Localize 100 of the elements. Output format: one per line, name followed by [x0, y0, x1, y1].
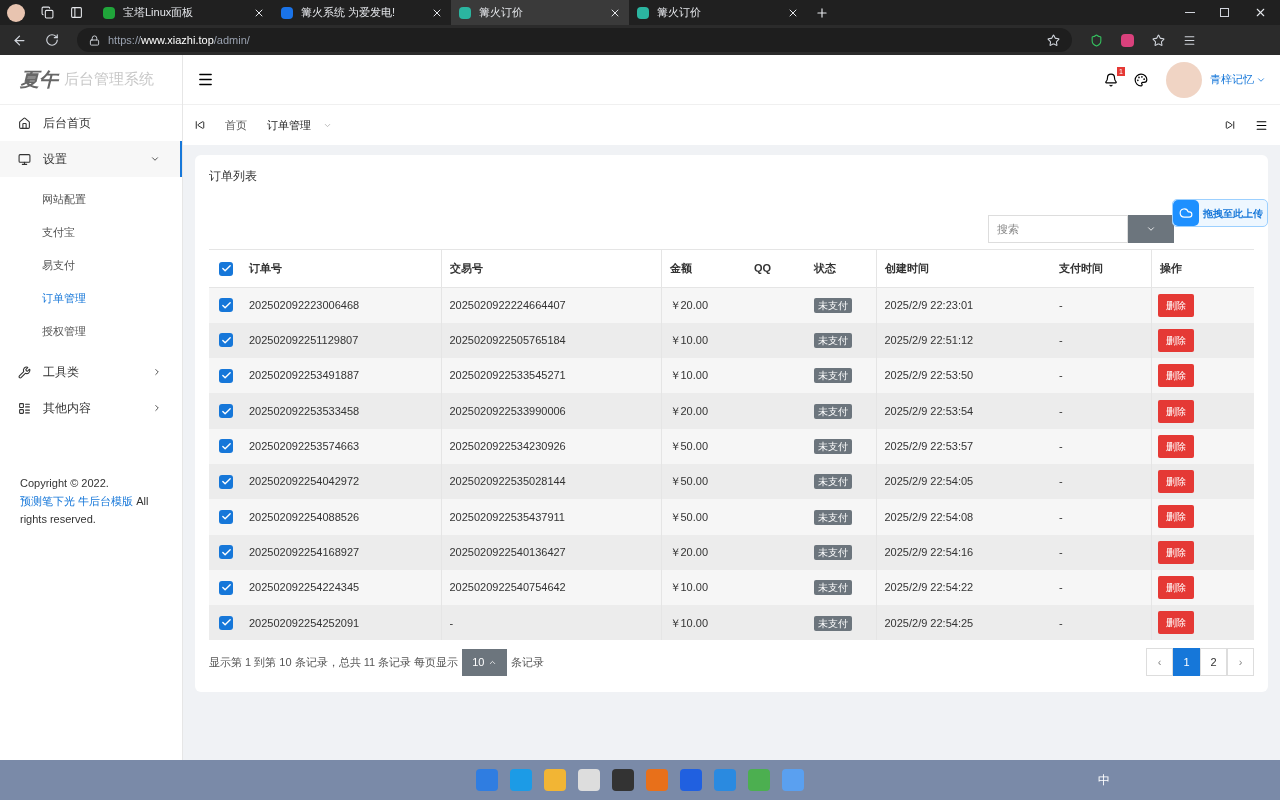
status-badge: 未支付	[814, 544, 852, 560]
table-cell: -	[1051, 534, 1151, 570]
status-badge: 未支付	[814, 333, 852, 349]
delete-button[interactable]: 删除	[1157, 293, 1194, 317]
table-cell: 202502092253533458	[241, 393, 441, 429]
delete-button[interactable]: 删除	[1157, 328, 1194, 352]
table-cell: -	[441, 605, 661, 641]
shield-icon[interactable]	[1090, 33, 1103, 47]
delete-button[interactable]: 删除	[1157, 470, 1194, 494]
submenu-item[interactable]: 支付宝	[0, 216, 182, 249]
workspaces-icon[interactable]	[41, 6, 54, 19]
input-method-indicator[interactable]: 中	[1098, 771, 1110, 789]
copyright-text: Copyright © 2022. 预测笔下光 牛后台模版 All rights reserved.	[20, 476, 150, 527]
browser-tab[interactable]: 篝火系统 为爱发电!	[273, 0, 451, 25]
delete-button[interactable]: 删除	[1157, 434, 1194, 458]
table-cell: ￥10.00	[661, 358, 746, 394]
menu-icon[interactable]	[197, 71, 214, 88]
notification-icon[interactable]	[1104, 72, 1118, 87]
back-icon[interactable]	[12, 32, 27, 48]
scroll-right-icon[interactable]	[1225, 120, 1235, 130]
table-cell: ￥50.00	[661, 499, 746, 535]
checkbox[interactable]	[219, 333, 233, 348]
palette-icon[interactable]	[1134, 72, 1148, 87]
page-button[interactable]: 2	[1200, 648, 1227, 677]
checkbox[interactable]	[219, 509, 233, 524]
scroll-left-icon[interactable]	[195, 120, 205, 130]
favicon-icon	[459, 6, 471, 19]
menu-icon[interactable]	[1183, 33, 1196, 47]
sidebar-item[interactable]: 工具类	[0, 354, 182, 390]
page-tab[interactable]: 首页	[225, 116, 247, 134]
favorites-icon[interactable]	[1152, 33, 1165, 47]
checkbox[interactable]	[219, 580, 233, 595]
taskbar-app-icon[interactable]	[612, 769, 634, 791]
table-cell: 202502092254252091	[241, 605, 441, 641]
checkbox[interactable]	[219, 404, 233, 419]
reload-icon[interactable]	[45, 33, 59, 47]
template-link[interactable]: 预测笔下光 牛后台模版	[20, 495, 134, 507]
checkbox[interactable]	[219, 545, 233, 560]
pagination-suffix: 条记录	[511, 655, 545, 671]
sidebar-item[interactable]: 其他内容	[0, 390, 182, 426]
checkbox[interactable]	[219, 615, 233, 630]
profile-avatar[interactable]	[7, 3, 25, 22]
checkbox[interactable]	[219, 439, 233, 454]
delete-button[interactable]: 删除	[1157, 399, 1194, 423]
tab-actions-icon[interactable]	[70, 6, 83, 19]
menu-item-icon	[18, 401, 31, 415]
extension-icon[interactable]	[1121, 33, 1134, 47]
cloud-icon	[1179, 206, 1193, 220]
checkbox[interactable]	[219, 298, 233, 313]
tab-title: 篝火系统 为爱发电!	[301, 5, 397, 21]
sidebar-item[interactable]: 后台首页	[0, 105, 182, 141]
table-cell: -	[1051, 393, 1151, 429]
submenu-item[interactable]: 授权管理	[0, 315, 182, 348]
delete-button[interactable]: 删除	[1157, 505, 1194, 529]
browser-tab[interactable]: 宝塔Linux面板	[95, 0, 273, 25]
table-cell: ￥10.00	[661, 569, 746, 606]
checkbox[interactable]	[219, 474, 233, 489]
delete-button[interactable]: 删除	[1157, 364, 1194, 388]
page-tab[interactable]: 订单管理	[267, 116, 332, 134]
browser-tab[interactable]: 篝火订价	[629, 0, 807, 25]
checkbox[interactable]	[219, 261, 233, 276]
page-size-button[interactable]: 10	[462, 648, 508, 676]
prev-page-button[interactable]: ‹	[1146, 648, 1173, 677]
table-cell: 2025/2/9 22:54:22	[876, 569, 1051, 606]
checkbox[interactable]	[219, 368, 233, 383]
column-header: QQ	[746, 249, 806, 288]
table-cell: 202502092253574663	[241, 428, 441, 464]
table-cell: 2025/2/9 22:53:54	[876, 393, 1051, 429]
search-field[interactable]: 搜索	[988, 215, 1128, 243]
table-cell: ￥20.00	[661, 287, 746, 323]
table-cell: 2025/2/9 22:23:01	[876, 287, 1051, 323]
column-header: 状态	[806, 249, 876, 288]
restore-icon[interactable]	[1220, 8, 1229, 17]
delete-button[interactable]: 删除	[1157, 540, 1194, 564]
table-cell: 2025/2/9 22:54:25	[876, 605, 1051, 641]
status-badge: 未支付	[814, 403, 852, 419]
delete-button[interactable]: 删除	[1157, 611, 1194, 635]
favicon-icon	[637, 6, 649, 19]
drag-upload-tooltip[interactable]: 拖拽至此上传	[1172, 199, 1268, 227]
delete-button[interactable]: 删除	[1157, 576, 1194, 599]
browser-tab[interactable]: 篝火订价	[451, 0, 629, 25]
address-bar[interactable]: https://www.xiazhi.top/admin/	[77, 28, 1072, 52]
favorite-icon[interactable]	[1047, 33, 1060, 47]
submenu-item[interactable]: 易支付	[0, 249, 182, 282]
close-icon[interactable]	[1254, 6, 1267, 19]
url-text: https://www.xiazhi.top/admin/	[108, 32, 251, 48]
page-button[interactable]: 1	[1173, 648, 1200, 677]
table-cell: -	[1051, 605, 1151, 641]
sidebar-item[interactable]: 设置	[0, 141, 182, 177]
table-cell: -	[1051, 499, 1151, 535]
new-tab-icon[interactable]	[815, 5, 829, 20]
tab-title: 篝火订价	[657, 5, 702, 21]
table-cell: 2025/2/9 22:54:05	[876, 464, 1051, 500]
column-header: 金额	[661, 249, 746, 288]
next-page-button[interactable]: ›	[1227, 648, 1254, 677]
submenu-item[interactable]: 网站配置	[0, 183, 182, 216]
user-name[interactable]: 青梓记忆	[1210, 71, 1254, 88]
submenu-item[interactable]: 订单管理	[0, 282, 182, 315]
favicon-icon	[103, 6, 115, 19]
tab-menu-icon[interactable]	[1255, 118, 1268, 132]
